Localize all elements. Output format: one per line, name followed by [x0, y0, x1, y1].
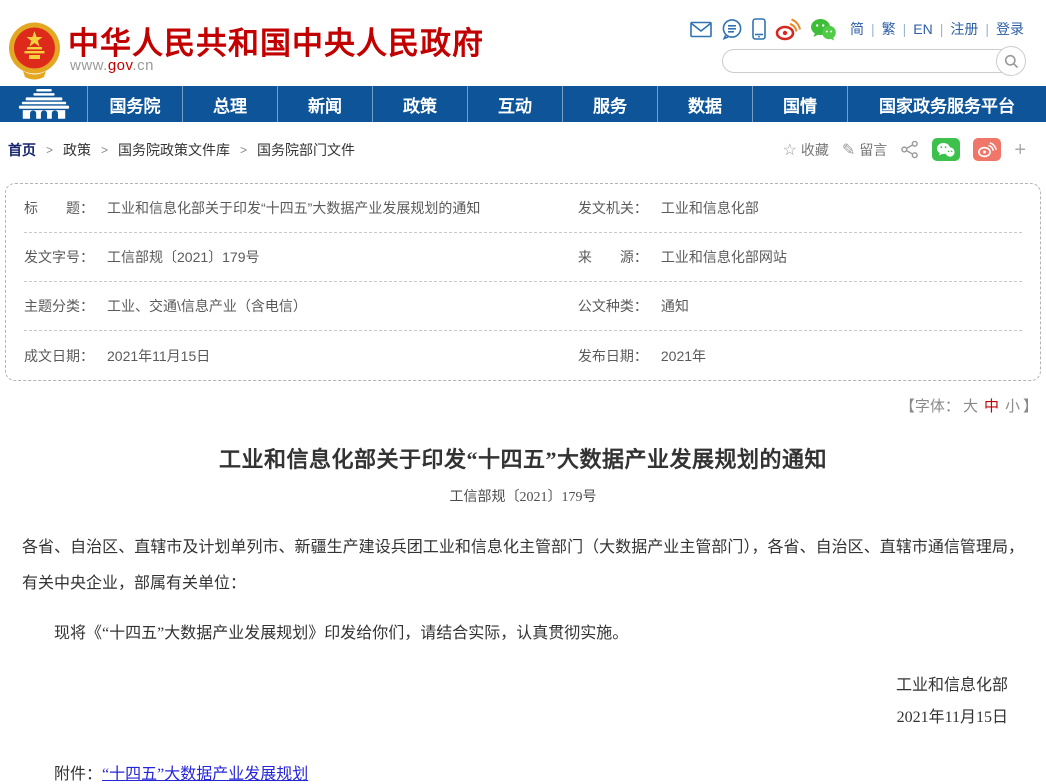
meta-label-title: 标 题：: [24, 198, 94, 218]
attachment-label: 附件：: [54, 766, 102, 783]
attachment-line: 附件：“十四五”大数据产业发展规划: [22, 760, 1024, 784]
lang-traditional-link[interactable]: 繁: [882, 19, 896, 39]
site-url: www.gov.cn: [70, 57, 154, 74]
breadcrumb-home[interactable]: 首页: [8, 140, 36, 160]
separator: |: [985, 21, 989, 37]
meta-value-subject-category: 工业、交通\信息产业（含电信）: [107, 296, 307, 316]
nav-item-policy[interactable]: 政策: [373, 86, 468, 122]
meta-value-issuing-agency: 工业和信息化部: [661, 198, 759, 218]
article-doc-number: 工信部规〔2021〕179号: [22, 486, 1024, 506]
meta-value-source: 工业和信息化部网站: [661, 247, 787, 267]
nav-item-data[interactable]: 数据: [658, 86, 753, 122]
meta-label-source: 来 源：: [578, 247, 648, 267]
nav-item-national-conditions[interactable]: 国情: [753, 86, 848, 122]
favorite-label: 收藏: [801, 140, 829, 160]
pencil-icon: ✎: [842, 140, 855, 160]
register-link[interactable]: 注册: [950, 19, 978, 39]
wechat-icon[interactable]: [810, 18, 837, 41]
meta-row-category: 主题分类： 工业、交通\信息产业（含电信） 公文种类： 通知: [24, 282, 1022, 331]
meta-row-docnumber: 发文字号： 工信部规〔2021〕179号 来 源： 工业和信息化部网站: [24, 233, 1022, 282]
nav-item-news[interactable]: 新闻: [278, 86, 373, 122]
lang-simplified-link[interactable]: 简: [850, 19, 864, 39]
mobile-icon[interactable]: [752, 18, 766, 40]
article-paragraph-recipients: 各省、自治区、直辖市及计划单列市、新疆生产建设兵团工业和信息化主管部门（大数据产…: [22, 530, 1024, 602]
attachment-link[interactable]: “十四五”大数据产业发展规划: [102, 766, 308, 783]
more-tools-button[interactable]: +: [1014, 140, 1026, 160]
breadcrumb: 首页 > 政策 > 国务院政策文件库 > 国务院部门文件: [8, 140, 355, 160]
fontsize-bracket-close: 】: [1023, 398, 1038, 415]
nav-item-interaction[interactable]: 互动: [468, 86, 563, 122]
article-paragraph-body: 现将《“十四五”大数据产业发展规划》印发给你们，请结合实际，认真贯彻实施。: [22, 616, 1024, 652]
breadcrumb-policy-library[interactable]: 国务院政策文件库: [118, 140, 230, 160]
meta-label-doc-type: 公文种类：: [578, 296, 648, 316]
fontsize-label: 字体：: [915, 398, 960, 415]
separator: |: [940, 21, 944, 37]
meta-row-title: 标 题： 工业和信息化部关于印发“十四五”大数据产业发展规划的通知 发文机关： …: [24, 184, 1022, 233]
search-button[interactable]: [996, 46, 1026, 76]
breadcrumb-row: 首页 > 政策 > 国务院政策文件库 > 国务院部门文件 ☆ 收藏 ✎ 留言: [0, 122, 1046, 171]
meta-row-dates: 成文日期： 2021年11月15日 发布日期： 2021年: [24, 331, 1022, 380]
signature-block: 工业和信息化部 2021年11月15日: [22, 670, 1024, 734]
page-tools: ☆ 收藏 ✎ 留言: [783, 138, 1026, 161]
nav-item-services[interactable]: 服务: [563, 86, 658, 122]
main-nav: 国务院 总理 新闻 政策 互动 服务 数据 国情 国家政务服务平台: [0, 86, 1046, 122]
separator: |: [903, 21, 907, 37]
site-url-cn: .cn: [132, 57, 154, 74]
site-search: [722, 49, 1024, 73]
tiananmen-home-icon[interactable]: [0, 86, 88, 122]
national-emblem-icon: [8, 21, 61, 80]
lang-english-link[interactable]: EN: [913, 21, 932, 37]
share-button[interactable]: [900, 140, 919, 159]
meta-label-doc-number: 发文字号：: [24, 247, 94, 267]
breadcrumb-policy[interactable]: 政策: [63, 140, 91, 160]
breadcrumb-separator: >: [240, 143, 247, 157]
separator: |: [871, 21, 875, 37]
fontsize-small-button[interactable]: 小: [1005, 398, 1020, 415]
mail-icon[interactable]: [690, 21, 712, 38]
message-label: 留言: [859, 140, 887, 160]
article: 工业和信息化部关于印发“十四五”大数据产业发展规划的通知 工信部规〔2021〕1…: [0, 442, 1046, 784]
weibo-share-button[interactable]: [973, 138, 1001, 161]
nav-item-state-council[interactable]: 国务院: [88, 86, 183, 122]
nav-item-gov-service-platform[interactable]: 国家政务服务平台: [848, 86, 1046, 122]
fontsize-medium-button[interactable]: 中: [984, 398, 999, 415]
article-title: 工业和信息化部关于印发“十四五”大数据产业发展规划的通知: [22, 442, 1024, 474]
meta-label-issuing-agency: 发文机关：: [578, 198, 648, 218]
meta-value-publish-date: 2021年: [661, 346, 706, 366]
nav-item-premier[interactable]: 总理: [183, 86, 278, 122]
wechat-share-button[interactable]: [932, 138, 960, 161]
fontsize-bar: 【字体：大中小】: [0, 381, 1046, 416]
meta-value-doc-type: 通知: [661, 296, 689, 316]
signature-agency: 工业和信息化部: [22, 670, 1008, 702]
meta-value-written-date: 2021年11月15日: [107, 346, 210, 366]
breadcrumb-separator: >: [46, 143, 53, 157]
signature-date: 2021年11月15日: [22, 702, 1008, 734]
meta-label-publish-date: 发布日期：: [578, 346, 648, 366]
breadcrumb-separator: >: [101, 143, 108, 157]
meta-label-written-date: 成文日期：: [24, 346, 94, 366]
meta-value-title: 工业和信息化部关于印发“十四五”大数据产业发展规划的通知: [107, 198, 480, 218]
meta-label-subject-category: 主题分类：: [24, 296, 94, 316]
message-button[interactable]: ✎ 留言: [842, 140, 887, 160]
meta-value-doc-number: 工信部规〔2021〕179号: [107, 247, 260, 267]
language-links: 简 | 繁 | EN | 注册 | 登录: [850, 19, 1024, 39]
favorite-button[interactable]: ☆ 收藏: [783, 140, 829, 160]
fontsize-large-button[interactable]: 大: [963, 398, 978, 415]
comment-bubble-icon[interactable]: [721, 18, 743, 40]
site-url-www: www.: [70, 57, 108, 74]
search-input[interactable]: [722, 49, 1024, 73]
login-link[interactable]: 登录: [996, 19, 1024, 39]
breadcrumb-department-documents[interactable]: 国务院部门文件: [257, 140, 355, 160]
weibo-icon[interactable]: [775, 17, 801, 41]
document-meta-card: 标 题： 工业和信息化部关于印发“十四五”大数据产业发展规划的通知 发文机关： …: [5, 183, 1041, 381]
site-url-gov: gov: [108, 57, 133, 74]
site-header: 中华人民共和国中央人民政府 www.gov.cn: [0, 0, 1046, 86]
star-icon: ☆: [783, 140, 797, 160]
fontsize-bracket-open: 【: [900, 398, 915, 415]
